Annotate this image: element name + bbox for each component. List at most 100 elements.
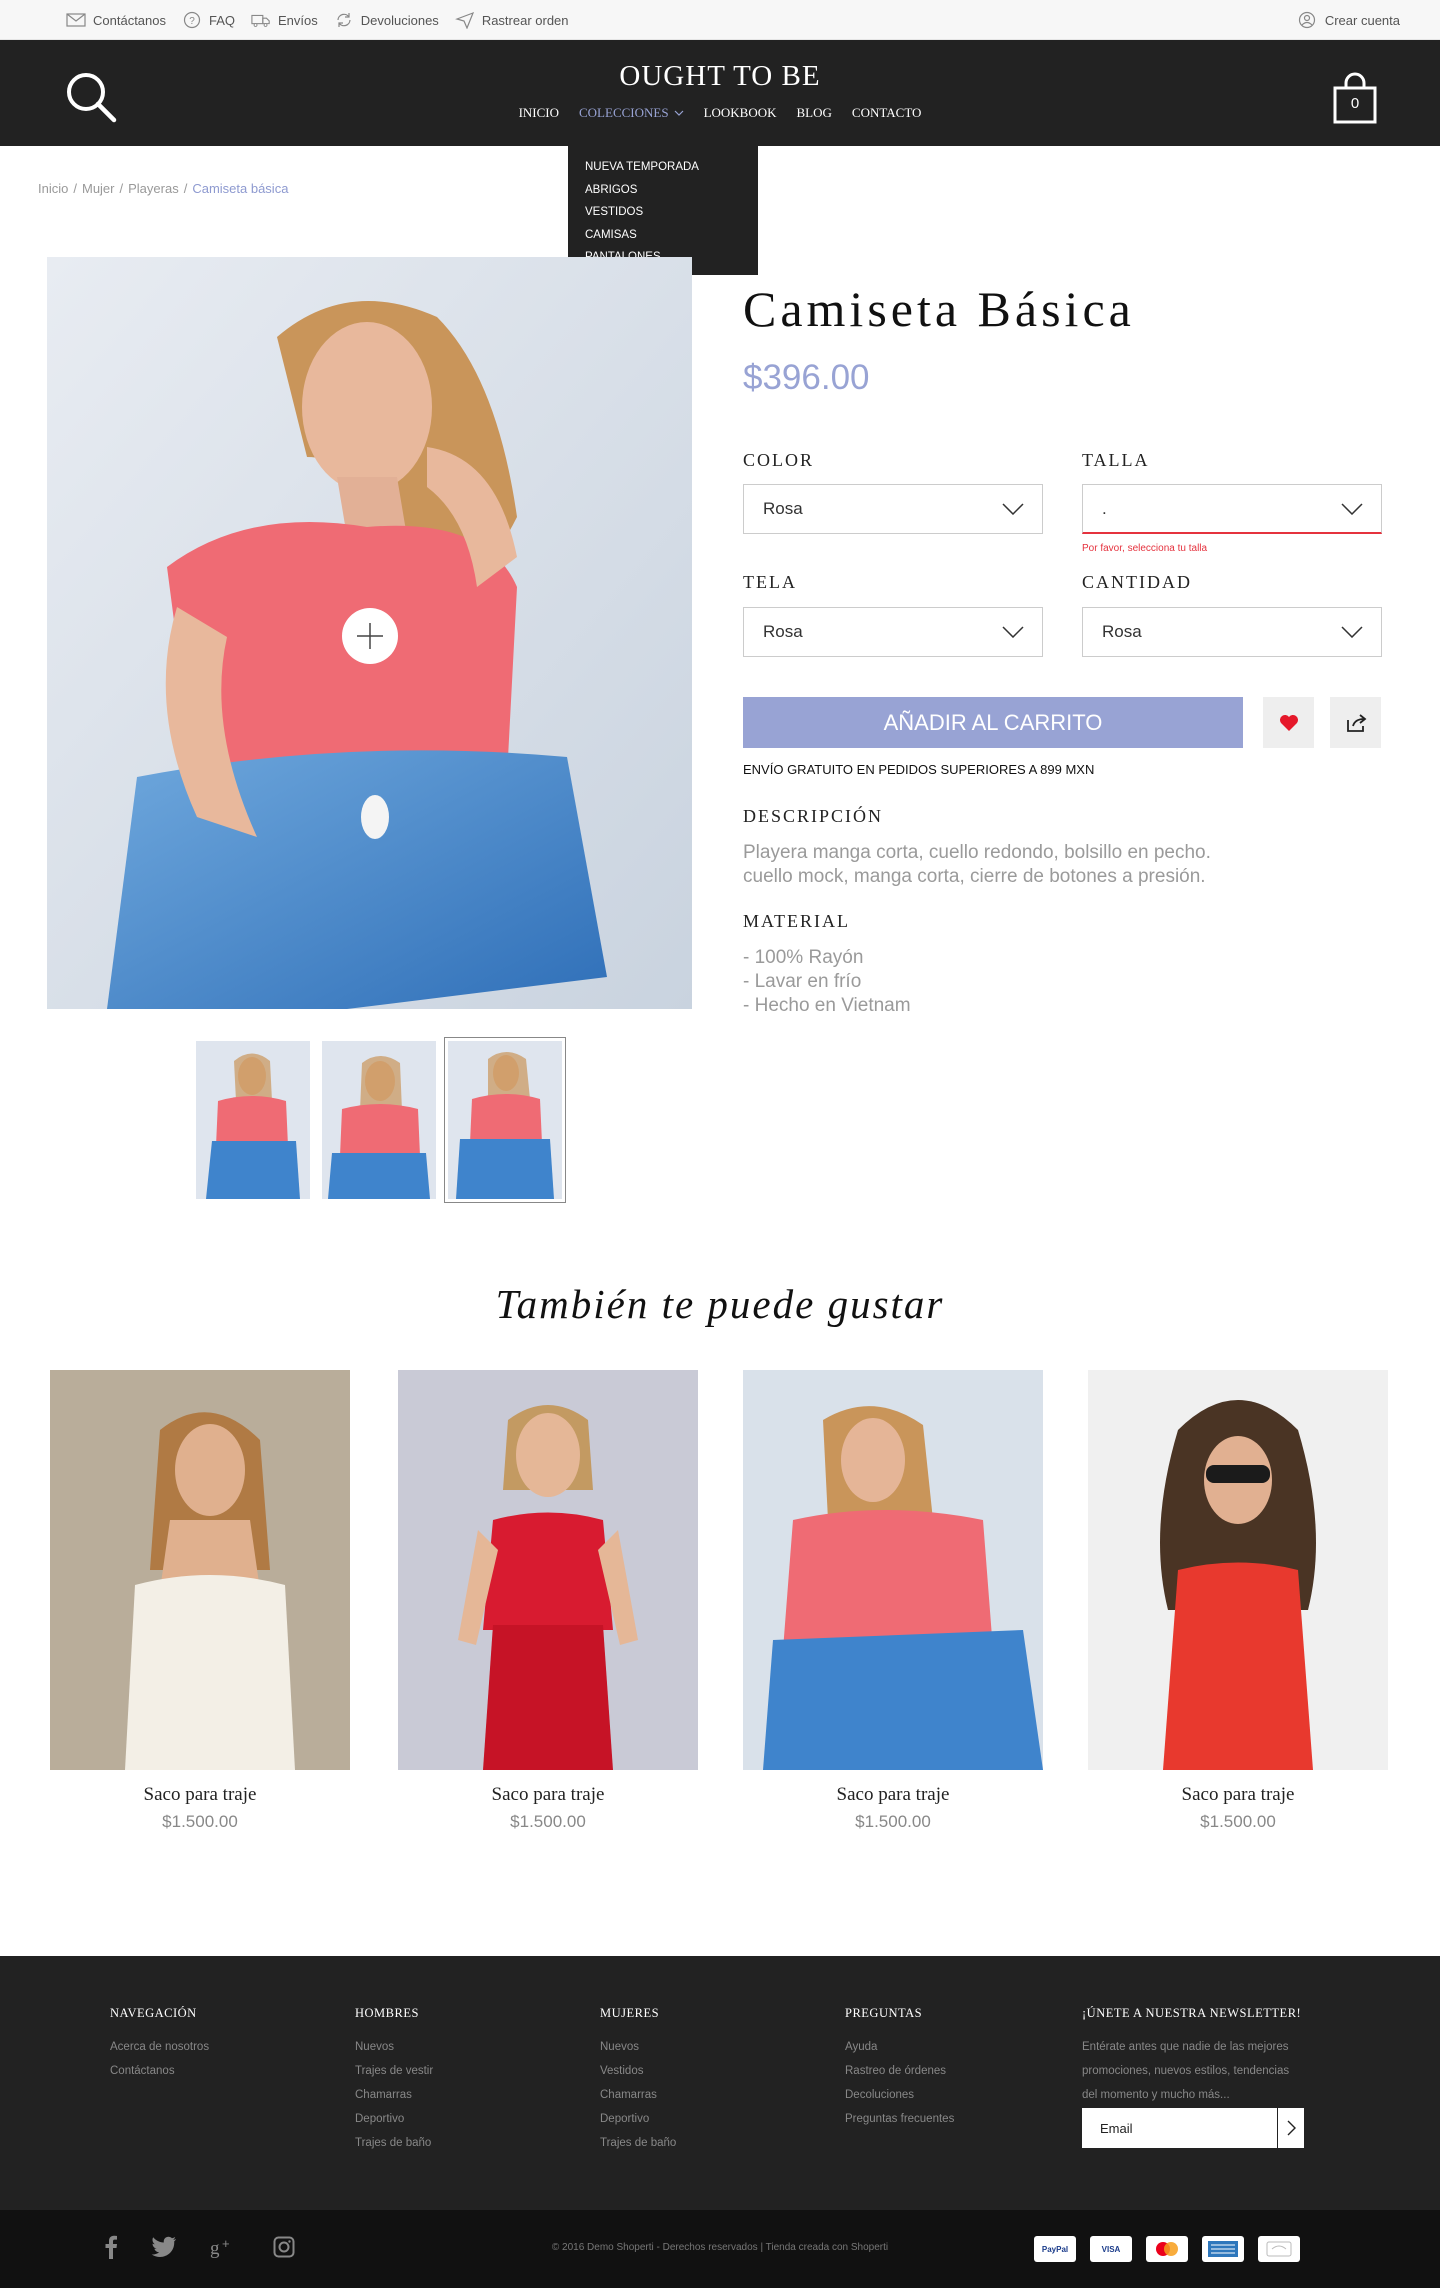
footer-link[interactable]: Deportivo (600, 2107, 676, 2131)
newsletter-email-input[interactable] (1082, 2108, 1277, 2148)
add-to-cart-button[interactable]: AÑADIR AL CARRITO (743, 697, 1243, 748)
truck-icon (251, 14, 270, 27)
footer-link[interactable]: Ayuda (845, 2035, 954, 2059)
dropdown-item-vestidos[interactable]: VESTIDOS (585, 201, 758, 224)
footer-link[interactable]: Acerca de nosotros (110, 2035, 209, 2059)
share-icon (1346, 713, 1366, 732)
recommended-product-image[interactable] (1088, 1370, 1388, 1770)
breadcrumb-playeras[interactable]: Playeras (128, 181, 179, 196)
send-icon (454, 11, 474, 29)
footer-link[interactable]: Contáctanos (110, 2059, 209, 2083)
dropdown-item-camisas[interactable]: CAMISAS (585, 224, 758, 247)
material-list: - 100% Rayón - Lavar en frío - Hecho en … (743, 946, 911, 1018)
returns-label: Devoluciones (360, 12, 439, 28)
nav-item-blog[interactable]: BLOG (797, 105, 832, 121)
footer-link[interactable]: Trajes de vestir (355, 2059, 433, 2083)
nav-item-inicio[interactable]: INICIO (519, 105, 559, 121)
zoom-button[interactable] (342, 608, 398, 664)
chevron-down-icon (1002, 503, 1024, 515)
footer-heading: PREGUNTAS (845, 2006, 923, 2020)
breadcrumb: Inicio / Mujer / Playeras / Camiseta básica (38, 181, 288, 196)
footer-column-hombres: HOMBRES Nuevos Trajes de vestir Chamarra… (355, 2006, 433, 2155)
nav-item-lookbook[interactable]: LOOKBOOK (704, 105, 777, 121)
thumbnail-3[interactable] (444, 1037, 566, 1203)
color-select-value: Rosa (763, 499, 803, 518)
faq-link[interactable]: ? FAQ (182, 11, 235, 29)
size-select-value: . (1102, 498, 1107, 518)
breadcrumb-current: Camiseta básica (192, 181, 289, 196)
description-text: Playera manga corta, cuello redondo, bol… (743, 841, 1211, 889)
description-line: cuello mock, manga corta, cierre de boto… (743, 866, 1206, 887)
recommended-product-card[interactable]: Saco para traje $1.500.00 (398, 1370, 698, 1832)
material-line: - Hecho en Vietnam (743, 995, 911, 1016)
quantity-select[interactable]: Rosa (1082, 607, 1382, 657)
help-icon: ? (183, 11, 201, 29)
mastercard-icon (1146, 2236, 1188, 2262)
free-shipping-note: ENVÍO GRATUITO EN PEDIDOS SUPERIORES A 8… (743, 762, 1095, 777)
fabric-select[interactable]: Rosa (743, 607, 1043, 657)
recommended-product-name[interactable]: Saco para traje (398, 1784, 698, 1806)
footer-link[interactable]: Nuevos (355, 2035, 433, 2059)
color-select[interactable]: Rosa (743, 484, 1043, 534)
cart-button[interactable]: 0 (1333, 72, 1377, 124)
recommended-product-price: $1.500.00 (855, 1812, 931, 1831)
thumbnail-1[interactable] (196, 1041, 310, 1199)
shipping-link[interactable]: Envíos (251, 11, 318, 29)
refresh-icon (337, 13, 351, 27)
footer-link[interactable]: Decoluciones (845, 2083, 954, 2107)
size-label: TALLA (1082, 450, 1150, 470)
breadcrumb-inicio[interactable]: Inicio (38, 181, 68, 196)
recommended-product-card[interactable]: Saco para traje $1.500.00 (743, 1370, 1043, 1832)
footer-newsletter: ¡ÚNETE A NUESTRA NEWSLETTER! Entérate an… (1082, 2006, 1312, 2107)
nav-item-contacto[interactable]: CONTACTO (852, 105, 922, 121)
footer-link[interactable]: Chamarras (355, 2083, 433, 2107)
material-heading: MATERIAL (743, 911, 850, 931)
footer-link[interactable]: Chamarras (600, 2083, 676, 2107)
product-main-image[interactable] (47, 257, 692, 1009)
returns-link[interactable]: Devoluciones (334, 11, 439, 29)
share-button[interactable] (1330, 697, 1381, 748)
cart-count: 0 (1350, 95, 1360, 112)
footer-link[interactable]: Deportivo (355, 2107, 433, 2131)
breadcrumb-mujer[interactable]: Mujer (82, 181, 115, 196)
recommended-product-image[interactable] (50, 1370, 350, 1770)
recommended-product-name[interactable]: Saco para traje (743, 1784, 1043, 1806)
description-heading: DESCRIPCIÓN (743, 806, 884, 826)
footer: NAVEGACIÓN Acerca de nosotros Contáctano… (0, 1956, 1440, 2210)
recommended-product-card[interactable]: Saco para traje $1.500.00 (50, 1370, 350, 1832)
recommended-product-image[interactable] (743, 1370, 1043, 1770)
footer-link[interactable]: Trajes de baño (600, 2131, 676, 2155)
footer-link[interactable]: Vestidos (600, 2059, 676, 2083)
newsletter-form (1082, 2108, 1304, 2148)
collections-dropdown: NUEVA TEMPORADA ABRIGOS VESTIDOS CAMISAS… (568, 146, 758, 275)
recommended-product-image[interactable] (398, 1370, 698, 1770)
breadcrumb-separator: / (183, 181, 188, 196)
recommended-product-name[interactable]: Saco para traje (50, 1784, 350, 1806)
footer-link[interactable]: Rastreo de órdenes (845, 2059, 954, 2083)
dropdown-item-abrigos[interactable]: ABRIGOS (585, 179, 758, 202)
quantity-label: CANTIDAD (1082, 572, 1192, 592)
user-icon (1298, 11, 1315, 29)
footer-link[interactable]: Preguntas frecuentes (845, 2107, 954, 2131)
thumbnail-2[interactable] (322, 1041, 436, 1199)
footer-link[interactable]: Nuevos (600, 2035, 676, 2059)
create-account-link[interactable]: Crear cuenta (1298, 0, 1400, 40)
track-order-link[interactable]: Rastrear orden (454, 11, 569, 29)
recommended-product-name[interactable]: Saco para traje (1088, 1784, 1388, 1806)
contact-link[interactable]: Contáctanos (66, 11, 166, 29)
chevron-down-icon (1341, 626, 1363, 638)
size-select[interactable]: . (1082, 484, 1382, 534)
brand-logo[interactable]: OUGHT TO BE (0, 60, 1440, 93)
newsletter-submit-button[interactable] (1277, 2108, 1304, 2148)
dropdown-item-nueva-temporada[interactable]: NUEVA TEMPORADA (585, 156, 758, 179)
svg-text:?: ? (189, 16, 195, 27)
nav-item-colecciones[interactable]: COLECCIONES (579, 105, 684, 121)
recommended-product-card[interactable]: Saco para traje $1.500.00 (1088, 1370, 1388, 1832)
visa-icon: VISA (1090, 2236, 1132, 2262)
footer-column-navegacion: NAVEGACIÓN Acerca de nosotros Contáctano… (110, 2006, 209, 2083)
footer-link[interactable]: Trajes de baño (355, 2131, 433, 2155)
footer-heading: HOMBRES (355, 2006, 419, 2020)
utility-links: Contáctanos ? FAQ Envíos Devoluciones Ra… (66, 0, 569, 40)
wishlist-button[interactable] (1263, 697, 1314, 748)
footer-column-preguntas: PREGUNTAS Ayuda Rastreo de órdenes Decol… (845, 2006, 954, 2131)
